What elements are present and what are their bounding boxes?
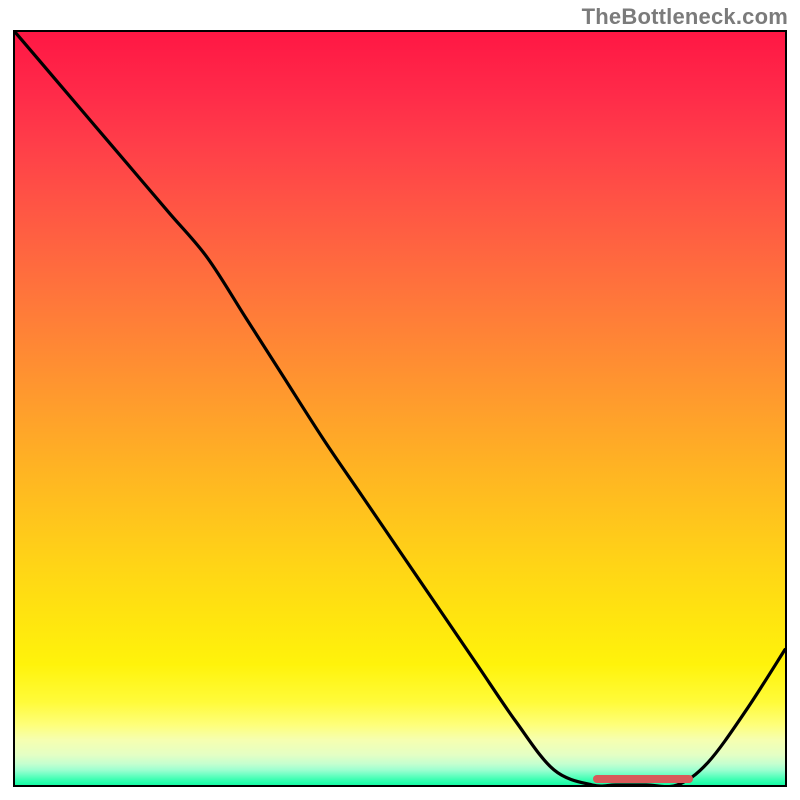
plot-frame <box>13 30 787 787</box>
chart-canvas: TheBottleneck.com <box>0 0 800 800</box>
optimal-region-marker <box>593 775 693 783</box>
attribution-label: TheBottleneck.com <box>582 4 788 30</box>
bottleneck-curve <box>15 32 785 785</box>
